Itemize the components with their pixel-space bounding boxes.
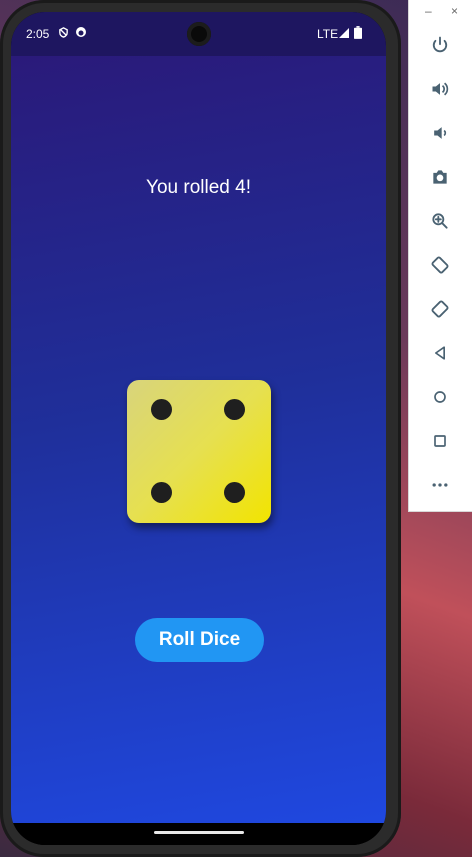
rotate-left-button[interactable]	[427, 252, 453, 278]
power-icon	[432, 36, 448, 53]
app-content: You rolled 4! Roll Dice	[11, 56, 386, 823]
volume-down-button[interactable]	[427, 120, 453, 146]
overview-button[interactable]	[427, 428, 453, 454]
emulator-toolbar: – ×	[408, 0, 472, 512]
front-camera	[187, 22, 211, 46]
phone-screen: 2:05 LTE You rolled 4! Roll Dice	[11, 12, 386, 845]
home-icon	[434, 391, 446, 403]
zoom-button[interactable]	[427, 208, 453, 234]
network-type: LTE	[317, 27, 339, 41]
power-button[interactable]	[427, 32, 453, 58]
roll-result-text: You rolled 4!	[146, 177, 251, 198]
home-button[interactable]	[427, 384, 453, 410]
zoom-icon	[432, 213, 448, 229]
dice-pip	[151, 399, 172, 420]
screenshot-button[interactable]	[427, 164, 453, 190]
minimize-button[interactable]: –	[425, 4, 432, 18]
rotate-right-button[interactable]	[427, 296, 453, 322]
gesture-nav-bar	[11, 823, 386, 845]
volume-up-button[interactable]	[427, 76, 453, 102]
phone-frame: 2:05 LTE You rolled 4! Roll Dice	[0, 0, 401, 857]
rotate-left-icon	[431, 256, 449, 274]
close-button[interactable]: ×	[451, 4, 458, 18]
dice-face	[127, 380, 271, 523]
battery-icon	[354, 26, 362, 42]
signal-icon	[338, 27, 350, 42]
volume-down-icon	[434, 127, 447, 139]
home-indicator[interactable]	[154, 831, 244, 834]
more-icon	[432, 483, 448, 487]
status-bar: 2:05 LTE	[11, 12, 386, 56]
back-button[interactable]	[427, 340, 453, 366]
back-icon	[435, 346, 445, 360]
dice-pip	[224, 399, 245, 420]
shield-icon	[58, 27, 69, 41]
dice-pip	[224, 482, 245, 503]
dice-pip	[151, 482, 172, 503]
status-time: 2:05	[26, 27, 50, 41]
camera-icon	[433, 170, 447, 184]
more-button[interactable]	[427, 472, 453, 498]
notification-badge-icon	[75, 26, 87, 41]
rotate-right-icon	[431, 300, 449, 318]
overview-icon	[434, 435, 446, 447]
roll-dice-button[interactable]: Roll Dice	[135, 618, 264, 662]
volume-up-icon	[432, 82, 449, 96]
